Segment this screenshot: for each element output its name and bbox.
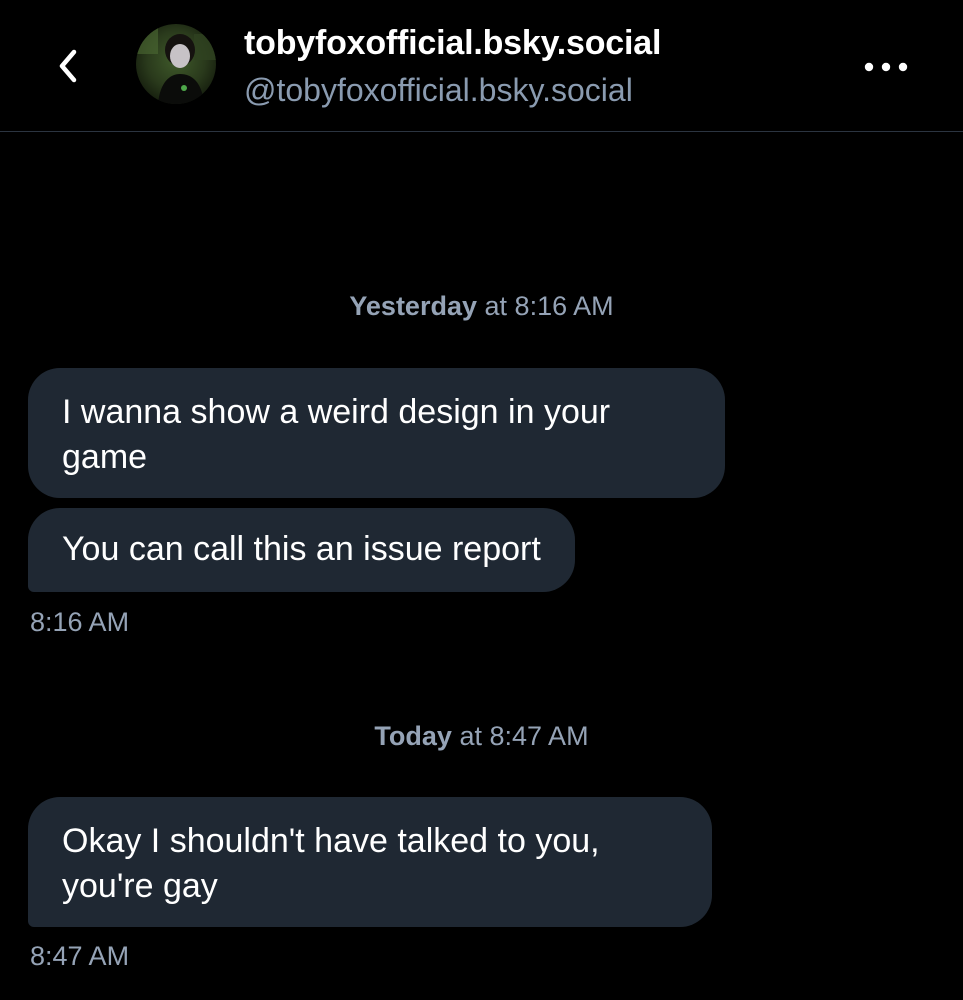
date-divider-day: Today [374,721,452,751]
chevron-left-icon [59,49,77,83]
message-bubble[interactable]: You can call this an issue report [28,508,575,592]
user-handle: @tobyfoxofficial.bsky.social [244,72,633,108]
back-button[interactable] [50,44,86,88]
message-text: I wanna show a weird design in your game [62,393,611,476]
avatar[interactable] [136,24,216,104]
message-timestamp: 8:47 AM [30,941,130,971]
conversation-header: tobyfoxofficial.bsky.social @tobyfoxoffi… [0,0,963,132]
date-divider-time: 8:16 AM [514,291,614,321]
date-divider-day: Yesterday [349,291,477,321]
date-divider: Yesterday at 8:16 AM [0,291,963,322]
message-text: Okay I shouldn't have talked to you, you… [62,822,600,905]
message-timestamp: 8:16 AM [30,607,130,637]
more-horizontal-icon [864,62,908,72]
date-divider-connector: at [459,721,482,751]
message-bubble[interactable]: I wanna show a weird design in your game [28,368,725,498]
date-divider-connector: at [484,291,508,321]
message-text: You can call this an issue report [62,530,541,568]
display-name[interactable]: tobyfoxofficial.bsky.social [244,24,661,63]
more-options-button[interactable] [858,50,914,84]
avatar-image [136,24,216,104]
date-divider-time: 8:47 AM [489,721,589,751]
date-divider: Today at 8:47 AM [0,721,963,752]
message-bubble[interactable]: Okay I shouldn't have talked to you, you… [28,797,712,927]
